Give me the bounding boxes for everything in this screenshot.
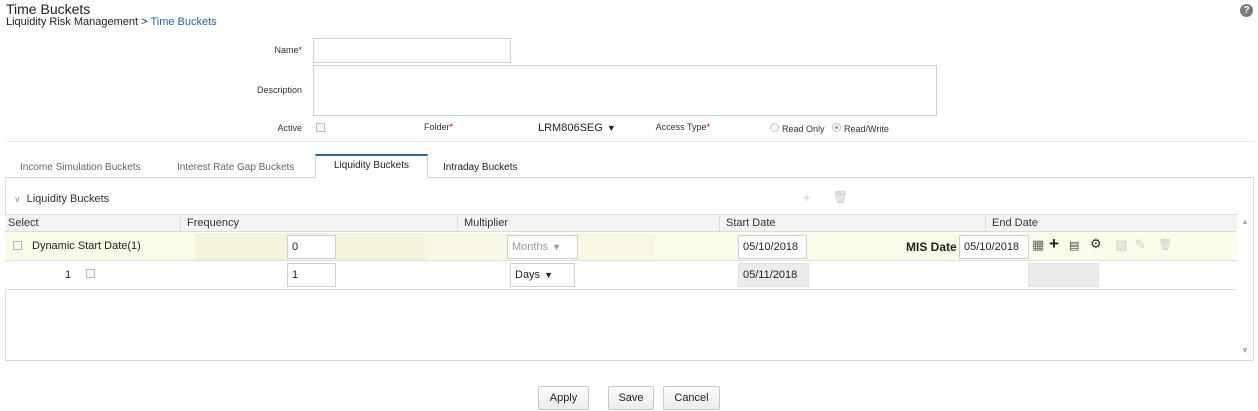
active-checkbox[interactable] <box>316 123 325 132</box>
name-label: Name* <box>274 45 302 55</box>
apply-button[interactable]: Apply <box>538 386 589 410</box>
multiplier-select[interactable]: Months ▼ <box>507 235 578 259</box>
grid-header: Select Frequency Multiplier Start Date E… <box>5 214 1237 232</box>
trash-icon[interactable]: 🗑 <box>1158 238 1172 252</box>
divider <box>6 141 1254 142</box>
calendar-icon[interactable]: ▦ <box>1032 238 1044 252</box>
calculator-icon[interactable]: ▤ <box>1069 239 1079 253</box>
frequency-input[interactable]: 1 <box>287 263 336 287</box>
chevron-down-icon: ▼ <box>544 270 553 280</box>
page-title: Time Buckets <box>6 1 91 17</box>
col-start-date: Start Date <box>726 217 776 229</box>
scroll-down-icon[interactable]: ▼ <box>1241 346 1249 355</box>
tab-intraday-buckets[interactable]: Intraday Buckets <box>443 162 517 173</box>
mis-date-label: MIS Date <box>906 240 957 254</box>
save-button[interactable]: Save <box>608 386 654 410</box>
delete-icon[interactable]: 🗑 <box>833 190 848 204</box>
col-select: Select <box>8 217 39 229</box>
multiplier-select[interactable]: Days ▼ <box>510 263 575 287</box>
read-only-radio[interactable] <box>770 123 779 132</box>
help-icon[interactable]: ? <box>1240 4 1253 17</box>
tab-interest-rate-gap[interactable]: Interest Rate Gap Buckets <box>177 162 294 173</box>
read-only-label: Read Only <box>782 124 825 134</box>
folder-select[interactable]: LRM806SEG ▼ <box>538 122 616 134</box>
col-end-date: End Date <box>992 217 1038 229</box>
chevron-down-icon: ∨ <box>14 194 21 204</box>
end-date-input[interactable]: 05/10/2018 <box>959 235 1029 259</box>
cancel-button[interactable]: Cancel <box>663 386 720 410</box>
table-row: Dynamic Start Date(1) 0 Months ▼ 05/10/20… <box>5 233 1237 261</box>
chevron-down-icon: ▼ <box>552 242 561 252</box>
row-select-checkbox[interactable] <box>13 241 22 250</box>
frequency-input[interactable]: 0 <box>287 235 336 259</box>
breadcrumb: Liquidity Risk Management > Time Buckets <box>6 16 217 28</box>
breadcrumb-root[interactable]: Liquidity Risk Management <box>6 16 138 28</box>
description-label: Description <box>256 85 302 95</box>
end-date-readonly <box>1028 263 1099 287</box>
plus-icon[interactable]: + <box>1049 235 1059 252</box>
image-icon[interactable]: ▧ <box>1115 238 1127 252</box>
table-row: 1 1 Days ▼ 05/11/2018 <box>5 262 1237 290</box>
scroll-up-icon[interactable]: ▲ <box>1241 217 1249 226</box>
grid-scrollbar[interactable]: ▲ ▼ <box>1237 214 1253 360</box>
read-write-label: Read/Write <box>844 124 889 134</box>
folder-label: Folder* <box>423 122 453 132</box>
chevron-down-icon: ▼ <box>606 123 616 133</box>
tab-income-simulation[interactable]: Income Simulation Buckets <box>20 162 141 173</box>
start-date-input[interactable]: 05/10/2018 <box>738 235 807 259</box>
row-number: 1 <box>65 269 72 281</box>
read-write-radio[interactable] <box>832 123 841 132</box>
dynamic-start-label: Dynamic Start Date(1) <box>32 240 141 252</box>
add-icon[interactable]: + <box>803 190 811 205</box>
name-input[interactable] <box>313 38 511 63</box>
access-type-label: Access Type* <box>655 122 710 132</box>
settings-icon[interactable]: ⚙ <box>1090 237 1102 251</box>
col-multiplier: Multiplier <box>464 217 509 229</box>
col-frequency: Frequency <box>187 217 239 229</box>
start-date-readonly: 05/11/2018 <box>738 263 809 287</box>
active-label: Active <box>277 123 302 133</box>
description-input[interactable] <box>313 65 937 116</box>
row-select-checkbox[interactable] <box>86 269 95 278</box>
section-header[interactable]: ∨ Liquidity Buckets <box>14 193 109 205</box>
edit-icon[interactable]: ✎ <box>1135 238 1146 252</box>
breadcrumb-separator: > <box>141 16 148 28</box>
breadcrumb-current[interactable]: Time Buckets <box>150 16 216 28</box>
tab-liquidity-buckets[interactable]: Liquidity Buckets <box>315 154 428 178</box>
